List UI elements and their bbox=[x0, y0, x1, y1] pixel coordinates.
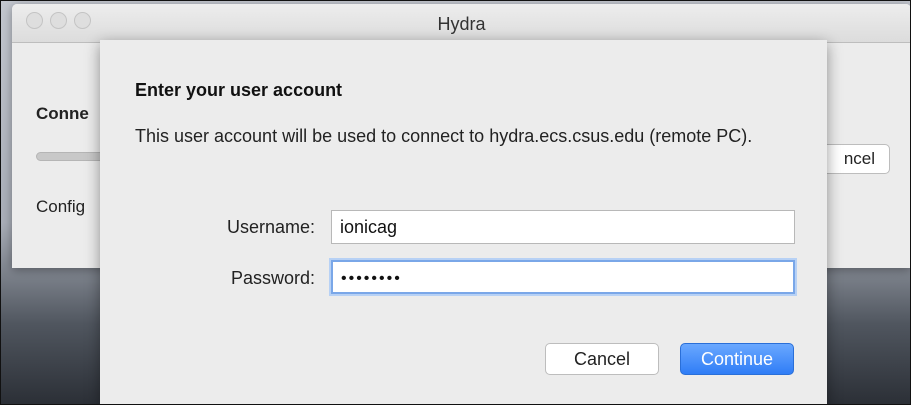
username-label: Username: bbox=[226, 217, 315, 237]
window-titlebar: Hydra bbox=[12, 4, 911, 43]
password-masked-value: •••••••• bbox=[341, 270, 402, 287]
window-title: Hydra bbox=[437, 14, 486, 34]
user-account-sheet: Enter your user account This user accoun… bbox=[100, 40, 827, 405]
connection-heading: Conne bbox=[36, 104, 89, 123]
sheet-message: This user account will be used to connec… bbox=[135, 126, 753, 146]
sheet-heading: Enter your user account bbox=[135, 80, 343, 100]
password-label: Password: bbox=[230, 268, 315, 288]
password-field[interactable]: •••••••• bbox=[331, 260, 795, 294]
continue-button[interactable]: Continue bbox=[680, 343, 794, 375]
cancel-button[interactable]: Cancel bbox=[545, 343, 659, 375]
configuration-status-text: Config bbox=[36, 197, 86, 216]
username-field[interactable]: ionicag bbox=[331, 210, 795, 244]
